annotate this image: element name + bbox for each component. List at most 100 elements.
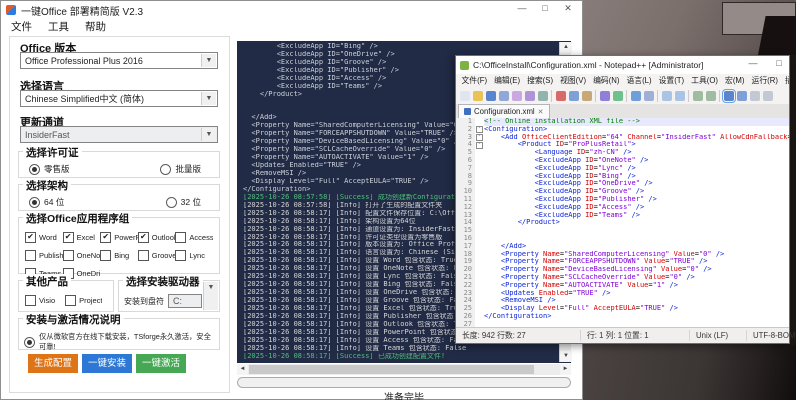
scrollbar-thumb[interactable] [249,365,534,374]
document-map-icon[interactable] [750,91,760,101]
minimize-icon[interactable]: — [747,58,759,68]
menu-item-搜索(S)[interactable]: 搜索(S) [524,75,557,86]
language-value: Chinese Simplified中文 (简体) [25,94,144,104]
title-bar[interactable]: 一键Office 部署精简版 V2.3 [1,1,582,19]
line-number: 2 [456,126,475,134]
checkbox-label: Excel [77,233,95,242]
other-products-group-title: 其他产品 [23,274,71,289]
license-option-批量版[interactable]: 批量版 [160,163,201,175]
line-number: 4 [456,141,475,149]
checkbox-Excel[interactable]: ✔Excel [63,232,101,243]
menu-item-宏(M)[interactable]: 宏(M) [722,75,749,86]
menu-item-文件(F)[interactable]: 文件(F) [458,75,491,86]
menu-item-运行(R)[interactable]: 运行(R) [748,75,781,86]
replace-icon[interactable] [644,91,654,101]
code-line: 10 <ExcludeApp ID="Groove" /> [456,188,789,196]
find-icon[interactable] [631,91,641,101]
architecture-option-32 位[interactable]: 32 位 [166,196,201,208]
license-label: 零售版 [44,163,70,175]
license-group: 选择许可证 零售版批量版 [18,151,220,178]
language-select[interactable]: Chinese Simplified中文 (简体) ▼ [20,90,218,107]
console-horizontal-scrollbar[interactable]: ◄ ► [237,364,571,375]
checkbox-Groove[interactable]: Groove [138,250,176,261]
chevron-down-icon: ▼ [201,128,216,141]
maximize-icon[interactable]: □ [773,58,785,68]
line-number: 19 [456,258,475,266]
function-list-icon[interactable] [763,91,773,101]
code-line: 7 <ExcludeApp ID="Lync" /> [456,165,789,173]
scroll-down-icon[interactable]: ▼ [560,351,572,362]
open-file-icon[interactable] [473,91,483,101]
checkbox-OneNote[interactable]: OneNote [63,250,101,261]
save-all-icon[interactable] [499,91,509,101]
drive-letter-select[interactable]: C: ▼ [168,294,202,308]
status-length-lines: 长度: 942 行数: 27 [456,330,581,341]
menu-item-设置(T)[interactable]: 设置(T) [655,75,688,86]
cut-icon[interactable] [556,91,566,101]
new-file-icon[interactable] [460,91,470,101]
zoom-out-icon[interactable] [675,91,685,101]
scroll-up-icon[interactable]: ▲ [560,42,572,53]
checkbox-Access[interactable]: Access [175,232,213,243]
close-icon[interactable]: ✕ [562,3,574,14]
tab-configuration-xml[interactable]: Configuration.xml ✕ [458,104,550,118]
word-wrap-icon[interactable] [724,91,734,101]
drive-letter-label: 安装到盘符 [124,296,164,307]
office-version-select[interactable]: Office Professional Plus 2016 ▼ [20,52,218,69]
scroll-right-icon[interactable]: ► [560,364,571,375]
code-editor[interactable]: 1<!-- Online installation XML file -->2-… [456,118,789,328]
menu-item-工具[interactable]: 工具 [40,18,77,35]
copy-icon[interactable] [569,91,579,101]
update-channel-select[interactable]: InsiderFast ▼ [20,126,218,143]
license-option-零售版[interactable]: 零售版 [29,163,70,175]
wallpaper-right-edge [789,55,796,345]
sync-horizontal-icon[interactable] [706,91,716,101]
architecture-option-64 位[interactable]: 64 位 [29,196,64,208]
redo-icon[interactable] [613,91,623,101]
title-bar[interactable]: C:\OfficeInstall\Configuration.xml - Not… [456,56,789,74]
one-click-activate-button[interactable]: 一键激活 [136,354,186,373]
checkbox-label: Bing [114,251,129,260]
save-icon[interactable] [486,91,496,101]
checkbox-Lync[interactable]: Lync [175,250,213,261]
close-tab-icon[interactable]: ✕ [538,108,544,116]
menu-item-插件(P)[interactable]: 插件(P) [781,75,789,86]
one-click-install-button[interactable]: 一键安装 [82,354,132,373]
code-line: 8 <ExcludeApp ID="Bing" /> [456,173,789,181]
scroll-left-icon[interactable]: ◄ [237,364,248,375]
line-number: 16 [456,235,475,243]
window-controls: — □ ✕ [516,3,574,14]
fold-marker-icon[interactable]: - [476,142,483,149]
generate-config-button[interactable]: 生成配置 [28,354,78,373]
menu-item-视图(V)[interactable]: 视图(V) [557,75,590,86]
fold-marker-icon[interactable]: - [476,126,483,133]
minimize-icon[interactable]: — [516,3,528,14]
close-all-icon[interactable] [525,91,535,101]
checkbox-PowerPoi[interactable]: ✔PowerPoi [100,232,138,243]
checkbox-Outlook[interactable]: ✔Outlook [138,232,176,243]
checkbox-Project[interactable]: Project [65,295,102,306]
paste-icon[interactable] [582,91,592,101]
menu-item-语言(L)[interactable]: 语言(L) [623,75,655,86]
checkbox-Word[interactable]: ✔Word [25,232,63,243]
code-line: 9 <ExcludeApp ID="OneDrive" /> [456,180,789,188]
fold-marker-icon[interactable]: - [476,134,483,141]
saved-file-icon [464,108,471,115]
print-icon[interactable] [538,91,548,101]
note-radio[interactable] [24,337,35,348]
menu-item-帮助[interactable]: 帮助 [77,18,114,35]
menu-item-编码(N)[interactable]: 编码(N) [590,75,623,86]
menu-item-文件[interactable]: 文件 [3,18,40,35]
checkbox-Publisher[interactable]: Publisher [25,250,63,261]
menu-item-工具(O)[interactable]: 工具(O) [688,75,722,86]
sync-vertical-icon[interactable] [693,91,703,101]
zoom-in-icon[interactable] [662,91,672,101]
menu-item-编辑(E)[interactable]: 编辑(E) [491,75,524,86]
show-all-characters-icon[interactable] [737,91,747,101]
undo-icon[interactable] [600,91,610,101]
checkbox-Bing[interactable]: Bing [100,250,138,261]
close-icon[interactable] [512,91,522,101]
checkbox-Visio[interactable]: Visio [25,295,55,306]
maximize-icon[interactable]: □ [539,3,551,14]
checkbox-label: Lync [189,251,205,260]
